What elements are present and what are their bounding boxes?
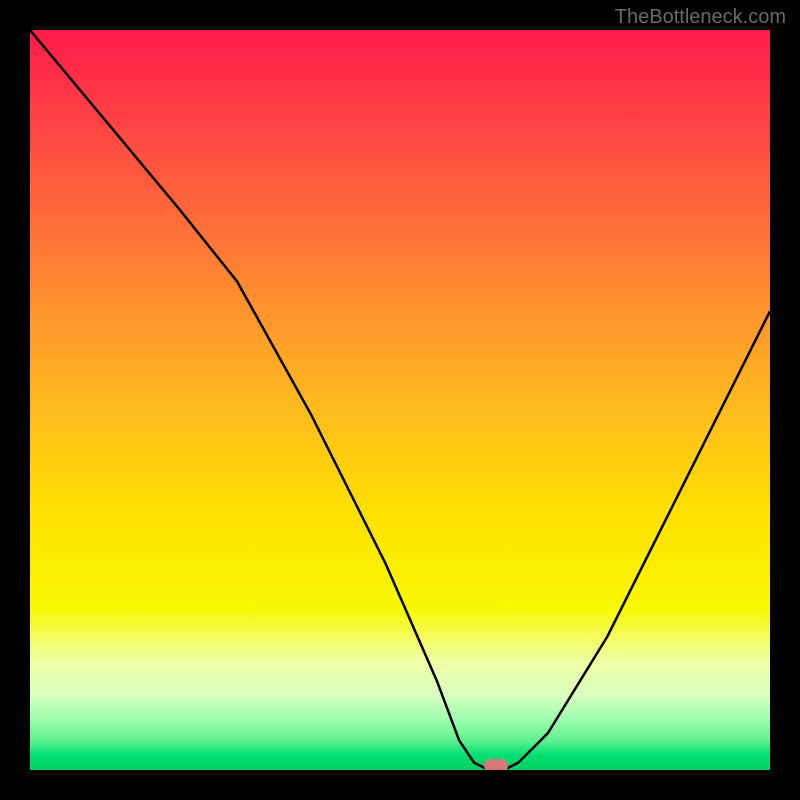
plot-area bbox=[30, 30, 770, 770]
curve-svg bbox=[30, 30, 770, 770]
optimal-marker bbox=[484, 759, 508, 770]
bottleneck-curve bbox=[30, 30, 770, 770]
watermark-text: TheBottleneck.com bbox=[615, 6, 786, 29]
chart-container: TheBottleneck.com bbox=[0, 0, 800, 800]
